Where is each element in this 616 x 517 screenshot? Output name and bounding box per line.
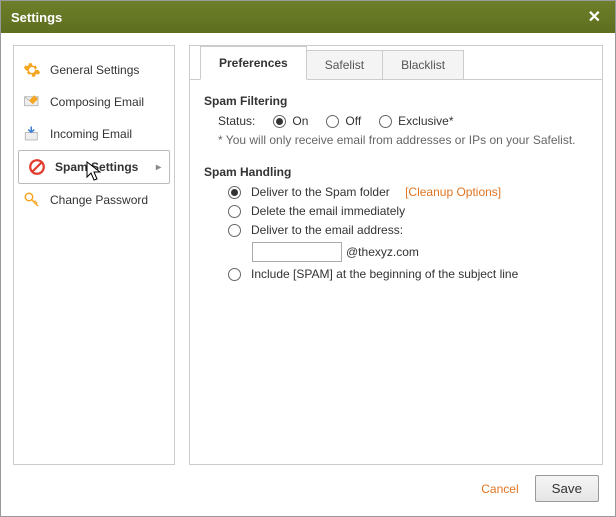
status-row: Status: On Off Exclusive* — [204, 114, 588, 128]
spam-block-icon — [27, 157, 47, 177]
radio-deliver-spam-folder[interactable] — [228, 186, 241, 199]
sidebar-item-label: Spam Settings — [55, 160, 148, 174]
sidebar-item-composing[interactable]: Composing Email ▸ — [14, 86, 174, 118]
email-domain-label: @thexyz.com — [346, 245, 419, 259]
status-off-label: Off — [345, 114, 361, 128]
delete-immediately-label: Delete the email immediately — [251, 204, 405, 218]
key-icon — [22, 190, 42, 210]
cleanup-options-link[interactable]: [Cleanup Options] — [405, 185, 501, 199]
include-spam-tag-label: Include [SPAM] at the beginning of the s… — [251, 267, 518, 281]
chevron-right-icon: ▸ — [156, 162, 161, 173]
tab-safelist[interactable]: Safelist — [306, 50, 383, 79]
save-button[interactable]: Save — [535, 475, 599, 502]
sidebar-item-general[interactable]: General Settings ▸ — [14, 54, 174, 86]
compose-icon — [22, 92, 42, 112]
deliver-spam-folder-label: Deliver to the Spam folder — [251, 185, 390, 199]
spam-handling-group: Deliver to the Spam folder [Cleanup Opti… — [204, 185, 588, 281]
radio-status-off[interactable] — [326, 115, 339, 128]
sidebar-item-label: General Settings — [50, 63, 153, 77]
content-area: General Settings ▸ Composing Email ▸ Inc… — [13, 45, 603, 465]
settings-dialog: Settings ✕ General Settings ▸ Composing … — [0, 0, 616, 517]
radio-deliver-address[interactable] — [228, 224, 241, 237]
radio-include-spam-tag[interactable] — [228, 268, 241, 281]
tabs-bar: Preferences Safelist Blacklist — [190, 46, 602, 80]
gear-icon — [22, 60, 42, 80]
window-title: Settings — [11, 10, 62, 25]
titlebar: Settings ✕ — [1, 1, 615, 33]
sidebar-item-label: Change Password — [50, 193, 153, 207]
cancel-button[interactable]: Cancel — [475, 481, 524, 497]
deliver-address-label: Deliver to the email address: — [251, 223, 403, 237]
sidebar-item-password[interactable]: Change Password ▸ — [14, 184, 174, 216]
spam-filtering-title: Spam Filtering — [204, 94, 588, 108]
radio-delete-immediately[interactable] — [228, 205, 241, 218]
radio-status-exclusive[interactable] — [379, 115, 392, 128]
sidebar-item-incoming[interactable]: Incoming Email ▸ — [14, 118, 174, 150]
exclusive-note: * You will only receive email from addre… — [204, 133, 588, 147]
incoming-icon — [22, 124, 42, 144]
tab-blacklist[interactable]: Blacklist — [382, 50, 464, 79]
sidebar-item-label: Composing Email — [50, 95, 153, 109]
settings-main-panel: Preferences Safelist Blacklist Spam Filt… — [189, 45, 603, 465]
status-label: Status: — [218, 114, 255, 128]
radio-status-on[interactable] — [273, 115, 286, 128]
sidebar-item-spam[interactable]: Spam Settings ▸ — [18, 150, 170, 184]
settings-sidebar: General Settings ▸ Composing Email ▸ Inc… — [13, 45, 175, 465]
sidebar-item-label: Incoming Email — [50, 127, 153, 141]
forward-email-input[interactable] — [252, 242, 342, 262]
dialog-body: General Settings ▸ Composing Email ▸ Inc… — [1, 33, 615, 516]
spam-handling-title: Spam Handling — [204, 165, 588, 179]
status-exclusive-label: Exclusive* — [398, 114, 453, 128]
close-icon[interactable]: ✕ — [584, 7, 605, 27]
status-on-label: On — [292, 114, 308, 128]
tab-preferences[interactable]: Preferences — [200, 46, 307, 80]
dialog-footer: Cancel Save — [13, 465, 603, 504]
